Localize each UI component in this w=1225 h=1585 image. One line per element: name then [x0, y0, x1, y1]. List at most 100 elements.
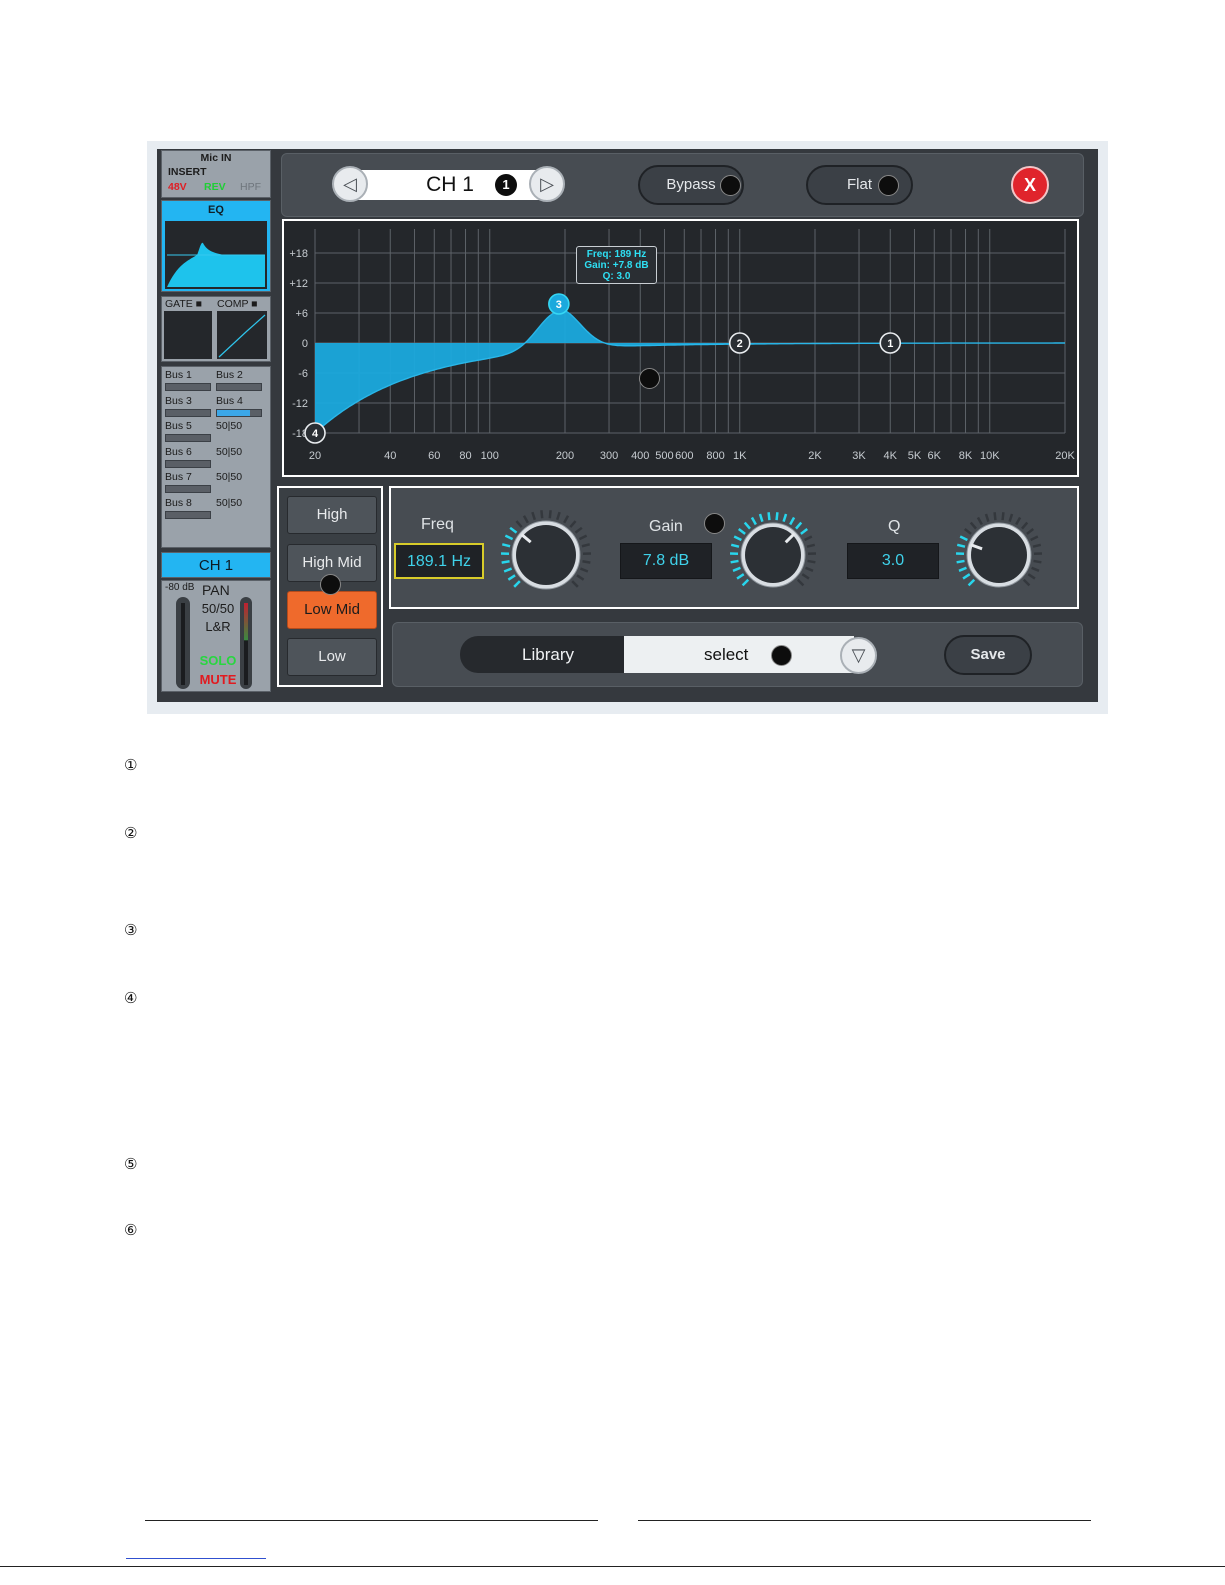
channel-title: CH 1	[426, 173, 474, 196]
y-tick-label: -6	[298, 368, 308, 380]
knob-tick	[579, 567, 589, 573]
channel-name-badge[interactable]: CH 1	[161, 552, 271, 578]
gain-value-field[interactable]: 7.8 dB	[620, 543, 712, 579]
knob-tick	[501, 543, 511, 548]
solo-button[interactable]: SOLO	[198, 653, 238, 668]
knob-tick	[967, 578, 976, 587]
bus-send-bar[interactable]	[216, 383, 262, 391]
footer-rule-left	[145, 1520, 598, 1521]
note-marker-4: ④	[124, 989, 138, 1007]
bus-label: Bus 5	[165, 420, 192, 432]
knob-tick	[730, 559, 739, 564]
knob-tick	[805, 566, 814, 572]
next-channel-button[interactable]: ▷	[529, 166, 565, 202]
bus-send-bar[interactable]	[216, 408, 262, 417]
phantom-48v: 48V	[168, 181, 187, 193]
knob-tick	[515, 520, 523, 528]
band-low-mid-button[interactable]: Low Mid	[287, 591, 377, 629]
x-tick-label: 2K	[808, 450, 822, 462]
x-tick-label: 300	[600, 450, 618, 462]
footer-rule-right	[638, 1520, 1091, 1521]
x-tick-label: 3K	[852, 450, 866, 462]
tooltip-gain: Gain: +7.8 dB	[584, 260, 649, 271]
gate-graph	[164, 311, 212, 359]
knob-tick	[522, 515, 529, 524]
knob-tick	[509, 526, 518, 534]
knob-tick	[993, 512, 997, 521]
knob-tick	[1001, 512, 1005, 521]
x-tick-label: 400	[631, 450, 649, 462]
knob-tick	[503, 567, 513, 573]
band-high-button[interactable]: High	[287, 496, 377, 534]
eq-graph[interactable]: +18 +12 +6 0 -6 -12 -18 20 40 60 80 100 200 300 400 500…	[282, 219, 1079, 477]
library-label: Library	[460, 636, 636, 673]
band-handle-label: 3	[556, 299, 562, 311]
gain-knob[interactable]	[728, 510, 818, 600]
q-label: Q	[888, 518, 901, 535]
eq-thumb-label: EQ	[208, 204, 224, 216]
bus-send-bar[interactable]	[165, 485, 211, 493]
knob-tick	[804, 535, 813, 542]
bus-send-bar[interactable]	[165, 408, 211, 417]
knob-tick	[736, 573, 745, 580]
x-tick-label: 20K	[1055, 450, 1075, 462]
fader-strip[interactable]: -80 dB PAN 50/50 L&R SOLO MUTE	[161, 580, 271, 692]
dynamics-thumbnail[interactable]: GATE ■ COMP ■	[161, 296, 271, 362]
y-tick-label: +18	[289, 248, 308, 260]
level-db: -80 dB	[165, 582, 195, 593]
pan-label: PAN	[202, 582, 230, 598]
knob-tick	[1022, 578, 1031, 587]
x-tick-label: 60	[428, 450, 440, 462]
knob-tick	[743, 521, 751, 530]
hpf-label: HPF	[240, 181, 261, 193]
preset-select[interactable]: select	[624, 636, 854, 673]
bus-send-bar[interactable]	[165, 459, 211, 468]
knob-tick	[507, 574, 516, 581]
knob-tick	[789, 516, 796, 526]
bus-send-bar[interactable]	[165, 510, 211, 519]
knob-tick	[956, 543, 966, 548]
save-button[interactable]: Save	[944, 635, 1032, 675]
knob-tick	[578, 534, 588, 541]
routing-label: L&R	[205, 619, 231, 634]
q-value-field[interactable]: 3.0	[847, 543, 939, 579]
knob-tick	[540, 510, 544, 519]
mute-button[interactable]: MUTE	[194, 672, 242, 687]
knob-tick	[958, 566, 967, 572]
bus-send-bar[interactable]	[165, 434, 211, 442]
bus-send-bar[interactable]	[165, 383, 211, 391]
knob-tick	[574, 526, 583, 534]
band-tooltip: Freq: 189 Hz Gain: +7.8 dB Q: 3.0	[576, 246, 657, 284]
knob-tick	[767, 512, 771, 521]
knob-tick	[548, 510, 552, 519]
pan-value: 50/50	[201, 601, 235, 616]
bus-pan-value: 50|50	[216, 471, 243, 483]
bus-label: Bus 4	[216, 394, 243, 407]
bus-label: Bus 3	[165, 394, 192, 407]
bus-label: Bus 7	[165, 471, 192, 483]
note-marker-3: ③	[124, 921, 138, 939]
knob-tick	[1008, 513, 1014, 523]
band-parameters: Freq 189.1 Hz Gain 7.8 dB Q 3.0	[389, 486, 1079, 609]
band-low-button[interactable]: Low	[287, 638, 377, 676]
knob-tick	[581, 543, 591, 548]
x-tick-label: 500	[655, 450, 673, 462]
callout-marker	[878, 175, 899, 196]
dropdown-icon[interactable]: ▽	[840, 637, 877, 674]
knob-tick	[959, 535, 968, 542]
q-knob[interactable]	[954, 510, 1044, 600]
insert-label: INSERT	[168, 166, 207, 178]
bus-send-fill	[217, 409, 250, 416]
eq-thumbnail[interactable]: EQ	[161, 200, 271, 292]
close-button[interactable]: X	[1011, 166, 1049, 204]
prev-channel-button[interactable]: ◁	[332, 166, 368, 202]
input-strip[interactable]: Mic IN INSERT 48V REV HPF	[161, 150, 271, 198]
knob-tick	[531, 511, 536, 521]
x-tick-label: 800	[706, 450, 724, 462]
freq-value-field[interactable]: 189.1 Hz	[394, 543, 484, 579]
tooltip-q: Q: 3.0	[602, 271, 631, 282]
x-tick-label: 4K	[884, 450, 898, 462]
eq-curve-canvas[interactable]: +18+12+60-6-12-1820 40 60 80 100 200 300 400 500…	[284, 221, 1077, 475]
bus-label: Bus 1	[165, 369, 192, 381]
freq-knob[interactable]	[499, 508, 593, 602]
